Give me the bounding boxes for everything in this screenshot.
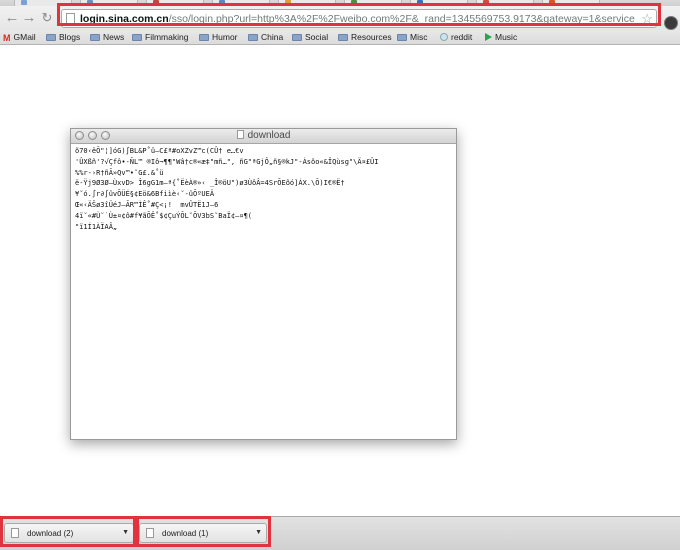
download-item-label: download (1) xyxy=(162,529,209,538)
file-icon xyxy=(11,528,19,538)
gmail-icon: M xyxy=(3,33,11,43)
page-icon xyxy=(66,13,75,24)
text-line: %%r-›R†ñÃ»Qv™•˘G£.&˚ü xyxy=(75,168,164,177)
window-title-text: download xyxy=(247,130,291,141)
bookmark-label: GMail xyxy=(13,32,36,42)
folder-icon xyxy=(248,34,258,41)
bookmark-star-icon[interactable]: ☆ xyxy=(641,10,653,27)
document-text-area[interactable]: õ70‹ëÕ"¦]óG)∫BL&P˚û—C£ª#oXZvZ™c(CÛ† e…€v… xyxy=(71,144,456,232)
folder-icon xyxy=(132,34,142,41)
bookmark-label: Resources xyxy=(351,32,392,42)
bookmark-folder-social[interactable]: Social xyxy=(292,31,328,43)
bookmark-folder-misc[interactable]: Misc xyxy=(397,31,427,43)
window-title: download xyxy=(71,129,456,143)
downloads-shelf: download (2) ▼ download (1) ▼ xyxy=(0,516,680,550)
bookmark-label: News xyxy=(103,32,125,42)
address-bar[interactable]: login.sina.com.cn/sso/login.php?url=http… xyxy=(61,9,657,28)
download-item[interactable]: download (1) ▼ xyxy=(139,523,267,543)
bookmark-reddit[interactable]: reddit xyxy=(440,31,472,43)
bookmark-label: Music xyxy=(495,32,518,42)
text-line: 'ÛXßñ'?√Çfô•-ÑL™ ®Iô¬¶¶"Wâ†c®«æ‡"mñ…", ñ… xyxy=(75,157,379,166)
bookmark-label: Humor xyxy=(212,32,238,42)
bookmark-folder-china[interactable]: China xyxy=(248,31,283,43)
text-line: õ70‹ëÕ"¦]óG)∫BL&P˚û—C£ª#oXZvZ™c(CÛ† e…€v xyxy=(75,147,244,155)
file-icon xyxy=(146,528,154,538)
bookmark-folder-humor[interactable]: Humor xyxy=(199,31,238,43)
folder-icon xyxy=(46,34,56,41)
bookmark-label: China xyxy=(261,32,284,42)
download-item[interactable]: download (2) ▼ xyxy=(4,523,134,543)
browser-toolbar: ← → ↻ login.sina.com.cn/sso/login.php?ur… xyxy=(0,6,680,30)
bookmark-label: Blogs xyxy=(59,32,81,42)
folder-icon xyxy=(90,34,100,41)
bookmark-gmail[interactable]: M GMail xyxy=(3,31,36,43)
bookmark-folder-resources[interactable]: Resources xyxy=(338,31,392,43)
text-line: ¥˘ó.∫r∂∫ûvÕÜÉ§¢Eö&6Bfiìè‹˘-ûÕºUEÄ xyxy=(75,190,215,199)
download-item-label: download (2) xyxy=(27,529,74,538)
text-line: ë-Ÿj9Ø3Ø—ÙxvD> Î6gG1m—ª{˚ËèÀ®»‹ _Î®öU")ø… xyxy=(75,179,345,188)
text-line: 4ï˘«#Ù˘˙Ù±¤¢ô#f¥ãÕÊ˚$¢ÇuÝÕL˘ÕV3bS˘BaÏ¢–¤… xyxy=(75,211,253,220)
folder-icon xyxy=(397,34,407,41)
url-text[interactable]: login.sina.com.cn/sso/login.php?url=http… xyxy=(80,12,635,26)
dropdown-arrow-icon[interactable]: ▼ xyxy=(122,527,129,539)
forward-arrow-icon[interactable]: → xyxy=(20,9,38,27)
window-titlebar[interactable]: download xyxy=(71,129,456,144)
bookmark-folder-news[interactable]: News xyxy=(90,31,124,43)
text-line: "ï1Í1ÀÏAÂ„ xyxy=(75,222,118,231)
folder-icon xyxy=(292,34,302,41)
bookmark-label: Social xyxy=(305,32,329,42)
bookmark-label: Misc xyxy=(410,32,428,42)
back-arrow-icon[interactable]: ← xyxy=(3,9,21,27)
reload-icon[interactable]: ↻ xyxy=(38,9,56,27)
folder-icon xyxy=(338,34,348,41)
bookmark-label: Filmmaking xyxy=(145,32,189,42)
play-icon xyxy=(485,33,492,41)
bookmark-label: reddit xyxy=(451,32,473,42)
dropdown-arrow-icon[interactable]: ▼ xyxy=(255,527,262,539)
bookmarks-bar: M GMail Blogs News Filmmaking Humor China… xyxy=(0,30,680,45)
folder-icon xyxy=(199,34,209,41)
reddit-icon xyxy=(440,33,448,41)
bookmark-folder-blogs[interactable]: Blogs xyxy=(46,31,80,43)
document-icon xyxy=(236,130,244,139)
bookmark-folder-filmmaking[interactable]: Filmmaking xyxy=(132,31,188,43)
bookmark-music[interactable]: Music xyxy=(485,31,517,43)
document-window[interactable]: download õ70‹ëÕ"¦]óG)∫BL&P˚û—C£ª#oXZvZ™c… xyxy=(70,128,457,440)
wrench-menu-icon[interactable] xyxy=(664,16,678,30)
text-line: Œ«‹ÄŠø3îÜéJ–ÃR™ÌÊ˚#Ç<¡! mvÛTË1J—6 xyxy=(75,200,219,209)
